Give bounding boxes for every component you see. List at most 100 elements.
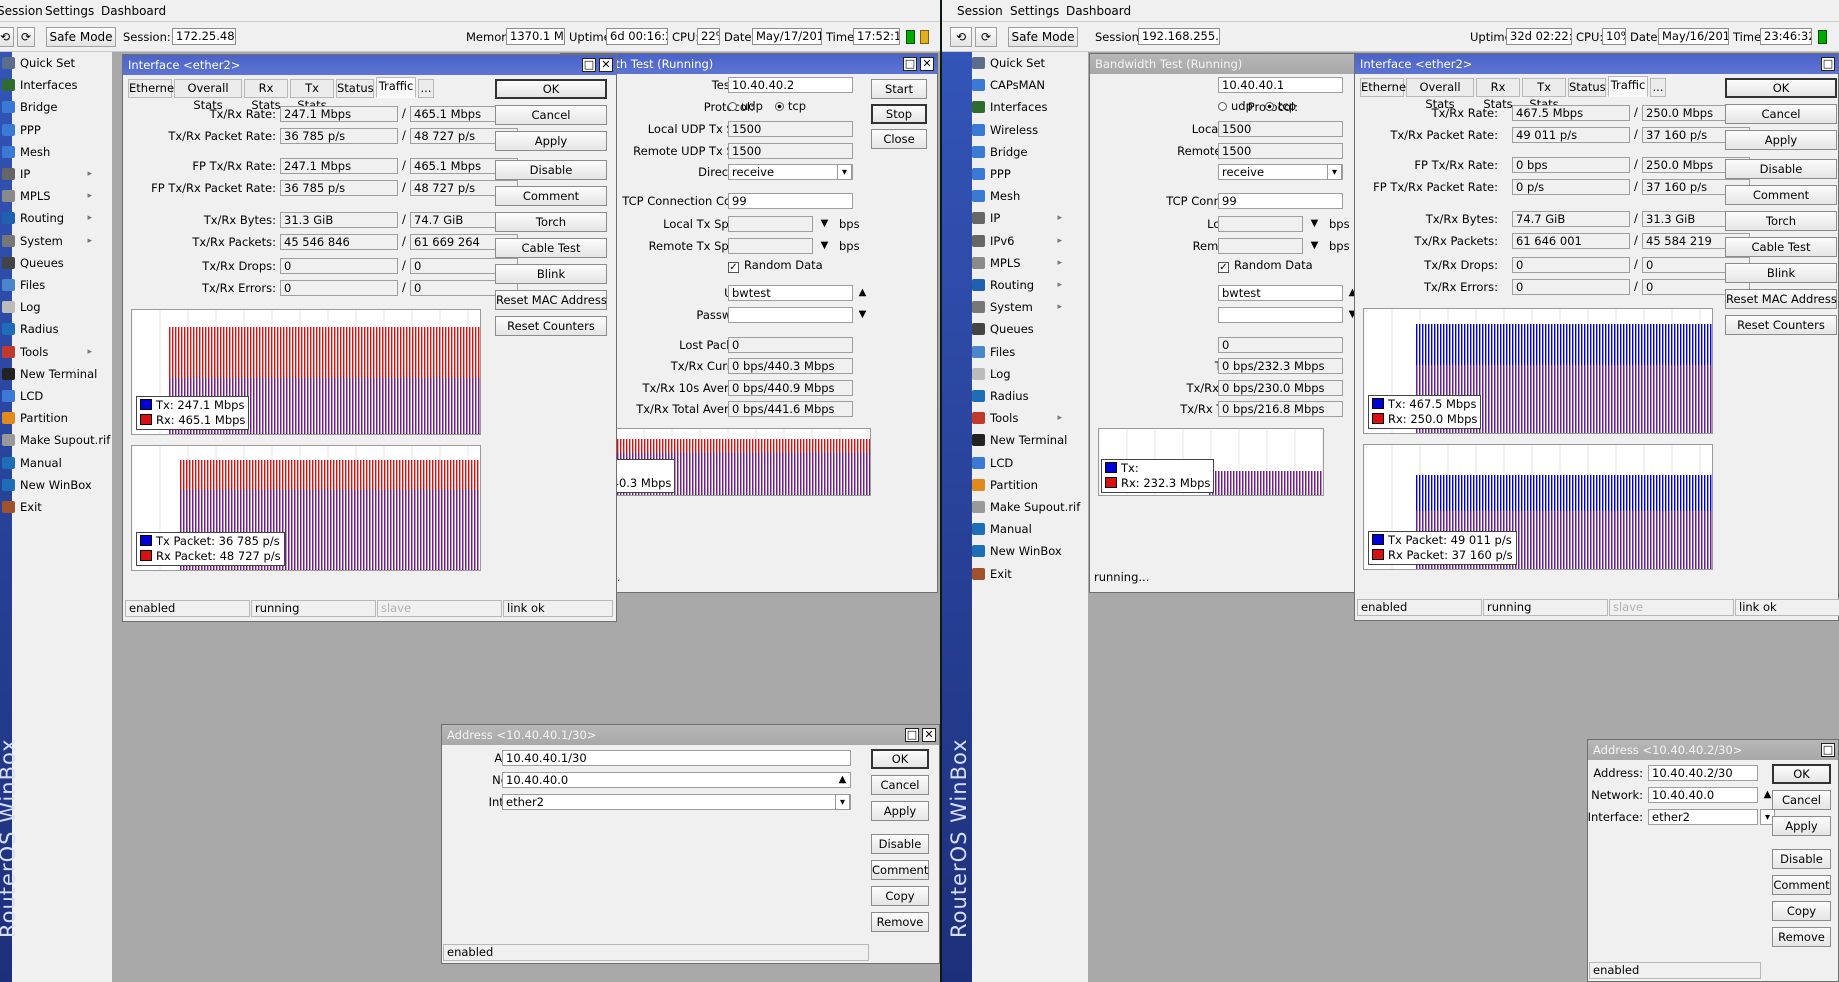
sidebar-item-capsman[interactable]: CAPsMAN xyxy=(970,74,1066,96)
sidebar-item-make-supout-rif[interactable]: Make Supout.rif xyxy=(0,429,110,451)
undo-button[interactable]: ⟲ xyxy=(0,27,14,47)
menu-dashboard[interactable]: Dashboard xyxy=(101,4,166,18)
address-apply-button[interactable]: Apply xyxy=(871,801,929,821)
maximize-button[interactable]: □ xyxy=(582,58,596,72)
safe-mode-button[interactable]: Safe Mode xyxy=(46,27,116,47)
udp-radio[interactable] xyxy=(1218,102,1227,111)
maximize-button[interactable]: □ xyxy=(903,57,917,71)
sidebar-item-manual[interactable]: Manual xyxy=(0,452,96,474)
protocol-radio-group[interactable]: udp tcp xyxy=(1218,99,1296,113)
address-apply-button[interactable]: Apply xyxy=(1772,816,1831,836)
address-ok-button[interactable]: OK xyxy=(871,749,929,769)
sidebar-item-exit[interactable]: Exit xyxy=(970,563,1066,585)
sidebar-item-log[interactable]: Log xyxy=(0,296,96,318)
sidebar-item-mesh[interactable]: Mesh xyxy=(970,185,1066,207)
remote-tx-speed-field[interactable] xyxy=(728,238,813,254)
menu-settings[interactable]: Settings xyxy=(1010,4,1059,18)
sidebar-item-partition[interactable]: Partition xyxy=(0,407,96,429)
tab-traffic[interactable]: Traffic xyxy=(1608,76,1648,97)
tab-rx-stats[interactable]: Rx Stats xyxy=(1476,78,1520,111)
remote-tx-speed-field[interactable] xyxy=(1218,238,1303,254)
apply-button[interactable]: Apply xyxy=(495,131,607,151)
sidebar-item-manual[interactable]: Manual xyxy=(970,518,1066,540)
maximize-button[interactable]: □ xyxy=(905,728,919,742)
tab-rx-stats[interactable]: Rx Stats xyxy=(244,79,288,112)
user-field[interactable]: bwtest xyxy=(1218,285,1343,301)
safe-mode-button[interactable]: Safe Mode xyxy=(1008,27,1078,47)
cable-test-button[interactable]: Cable Test xyxy=(495,238,607,258)
address-comment-button[interactable]: Comment xyxy=(871,860,929,880)
address-copy-button[interactable]: Copy xyxy=(871,886,929,906)
sidebar-item-lcd[interactable]: LCD xyxy=(0,385,96,407)
cancel-button[interactable]: Cancel xyxy=(1725,104,1837,124)
maximize-button[interactable]: □ xyxy=(1821,743,1835,757)
network-up-icon[interactable]: ▲ xyxy=(835,772,850,788)
sidebar-item-interfaces[interactable]: Interfaces xyxy=(0,74,96,96)
reset-counters-button[interactable]: Reset Counters xyxy=(1725,315,1837,335)
reset-mac-address-button[interactable]: Reset MAC Address xyxy=(1725,289,1837,309)
direction-field[interactable]: receive xyxy=(1218,164,1343,180)
dropdown-icon[interactable]: ▼ xyxy=(817,216,832,232)
tab-overall-stats[interactable]: Overall Stats xyxy=(174,79,242,112)
user-dropdown-icon[interactable]: ▲ xyxy=(855,285,870,301)
sidebar-item-tools[interactable]: Tools ▸ xyxy=(0,341,96,363)
network-field[interactable]: 10.40.40.0 xyxy=(1648,787,1758,803)
sidebar-item-new-terminal[interactable]: New Terminal xyxy=(0,363,97,385)
menu-dashboard[interactable]: Dashboard xyxy=(1066,4,1131,18)
maximize-button[interactable]: □ xyxy=(1821,57,1835,71)
protocol-radio-group[interactable]: udp tcp xyxy=(728,99,806,113)
sidebar-item-bridge[interactable]: Bridge xyxy=(0,96,96,118)
comment-button[interactable]: Comment xyxy=(1725,185,1837,205)
password-field[interactable] xyxy=(728,307,853,323)
address-remove-button[interactable]: Remove xyxy=(871,912,929,932)
sidebar-item-partition[interactable]: Partition xyxy=(970,474,1066,496)
tab-status[interactable]: Status xyxy=(1568,78,1606,97)
sidebar-item-ipv6[interactable]: IPv6 ▸ xyxy=(970,230,1066,252)
cable-test-button[interactable]: Cable Test xyxy=(1725,237,1837,257)
tab-tx-stats[interactable]: Tx Stats xyxy=(290,79,334,112)
test-to-field[interactable]: 10.40.40.1 xyxy=(1218,77,1343,93)
close-button[interactable]: ✕ xyxy=(920,57,934,71)
test-to-field[interactable]: 10.40.40.2 xyxy=(728,77,853,93)
sidebar-item-files[interactable]: Files xyxy=(0,274,96,296)
tab--[interactable]: ... xyxy=(1650,78,1666,97)
udp-radio[interactable] xyxy=(728,102,737,111)
interface-field[interactable]: ether2 xyxy=(502,794,851,810)
tab-overall-stats[interactable]: Overall Stats xyxy=(1406,78,1474,111)
redo-button[interactable]: ⟳ xyxy=(975,27,997,47)
sidebar-item-interfaces[interactable]: Interfaces xyxy=(970,96,1066,118)
sidebar-item-system[interactable]: System ▸ xyxy=(0,230,96,252)
sidebar-item-routing[interactable]: Routing ▸ xyxy=(970,274,1066,296)
sidebar-item-mpls[interactable]: MPLS ▸ xyxy=(970,252,1066,274)
sidebar-item-radius[interactable]: Radius xyxy=(970,385,1066,407)
address-field[interactable]: 10.40.40.1/30 xyxy=(502,750,851,766)
tab--[interactable]: ... xyxy=(418,79,434,98)
close-button[interactable]: ✕ xyxy=(599,58,613,72)
sidebar-item-ip[interactable]: IP ▸ xyxy=(970,207,1066,229)
tab-ethernet[interactable]: Ethernet xyxy=(128,79,179,98)
sidebar-item-ppp[interactable]: PPP xyxy=(970,163,1066,185)
comment-button[interactable]: Comment xyxy=(495,186,607,206)
sidebar-item-new-terminal[interactable]: New Terminal xyxy=(970,429,1067,451)
address-cancel-button[interactable]: Cancel xyxy=(1772,790,1831,810)
disable-button[interactable]: Disable xyxy=(1725,159,1837,179)
sidebar-item-quick-set[interactable]: Quick Set xyxy=(970,52,1066,74)
random-data-checkbox[interactable]: ✓ Random Data xyxy=(728,258,823,273)
sidebar-item-wireless[interactable]: Wireless xyxy=(970,119,1066,141)
local-tx-speed-field[interactable] xyxy=(1218,216,1303,232)
dropdown-icon[interactable]: ▼ xyxy=(1307,238,1322,254)
tab-status[interactable]: Status xyxy=(336,79,374,98)
sidebar-item-ppp[interactable]: PPP xyxy=(0,119,96,141)
ok-button[interactable]: OK xyxy=(1725,78,1837,98)
torch-button[interactable]: Torch xyxy=(495,212,607,232)
sidebar-item-files[interactable]: Files xyxy=(970,341,1066,363)
sidebar-item-queues[interactable]: Queues xyxy=(0,252,96,274)
direction-field[interactable]: receive xyxy=(728,164,853,180)
stop-button[interactable]: Stop xyxy=(871,104,927,124)
password-field[interactable] xyxy=(1218,307,1343,323)
redo-button[interactable]: ⟳ xyxy=(17,27,35,47)
dropdown-icon[interactable]: ▼ xyxy=(817,238,832,254)
interface-field[interactable]: ether2 xyxy=(1648,809,1758,825)
address-cancel-button[interactable]: Cancel xyxy=(871,775,929,795)
user-field[interactable]: bwtest xyxy=(728,285,853,301)
